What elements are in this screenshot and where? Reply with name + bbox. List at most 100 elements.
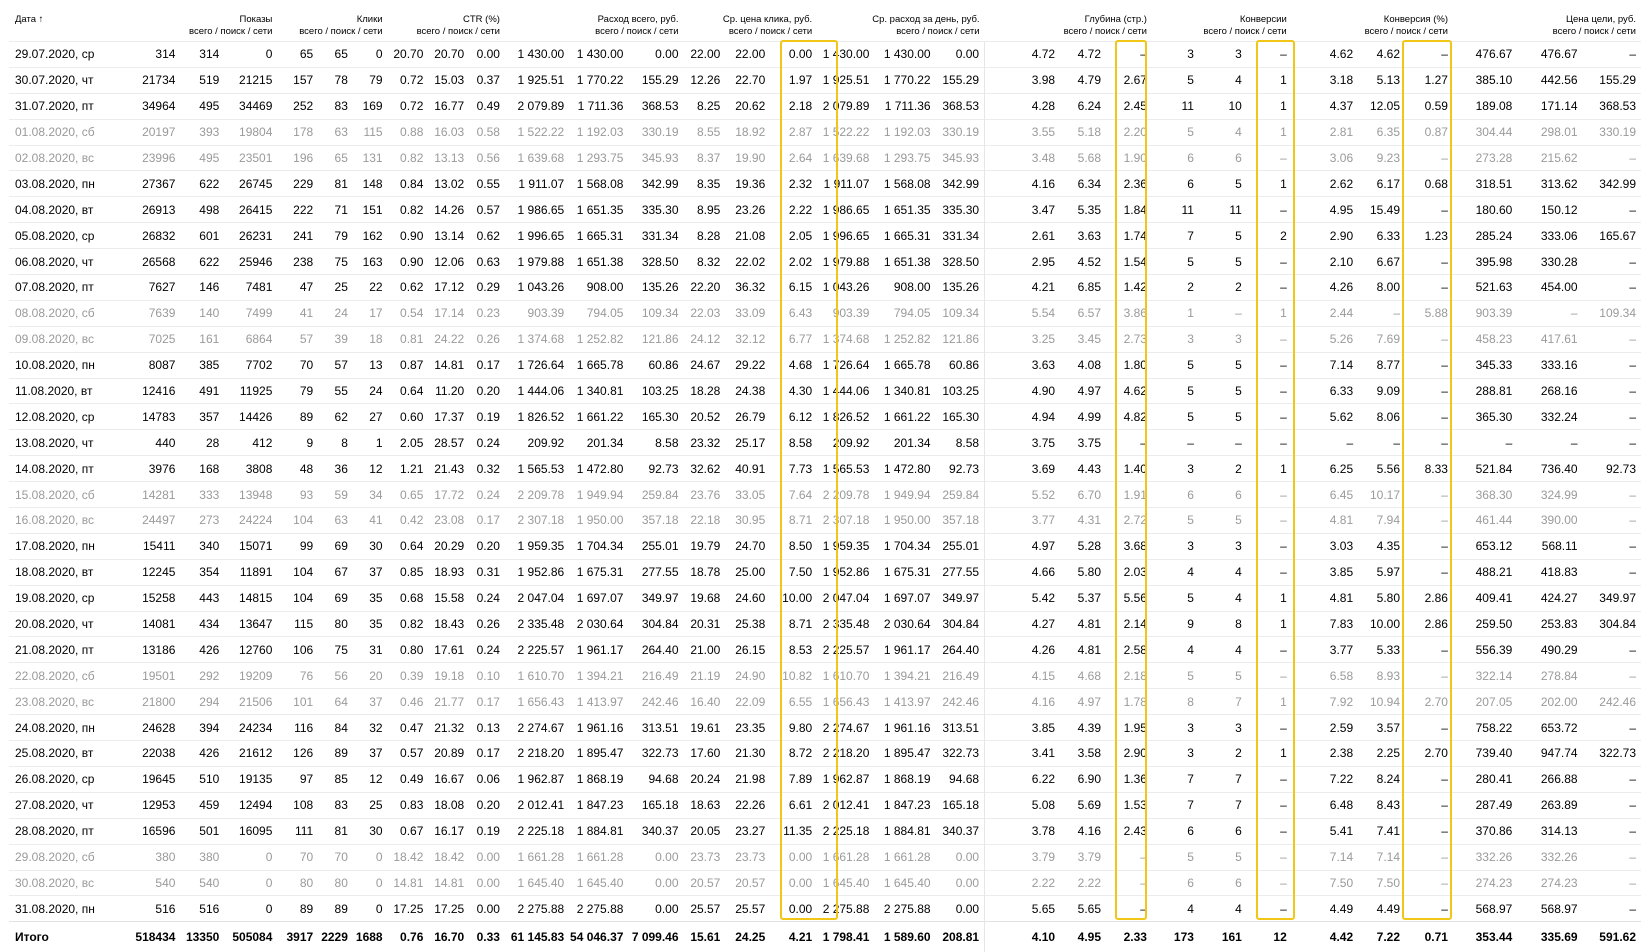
table-cell: 0.31 (469, 559, 505, 585)
row-date-cell: 31.07.2020, пт (9, 93, 129, 119)
table-cell: 13647 (224, 611, 277, 637)
table-cell: 5 (1202, 844, 1247, 870)
table-cell: 25.00 (725, 559, 770, 585)
table-cell: 357.18 (936, 508, 985, 534)
table-cell: 0.72 (388, 67, 429, 93)
table-cell: 19.68 (684, 585, 726, 611)
table-cell: 22.70 (725, 67, 770, 93)
table-cell: 516 (180, 896, 224, 922)
table-cell: 18.92 (725, 119, 770, 145)
table-cell: 1 413.97 (569, 689, 628, 715)
table-cell: 328.50 (628, 249, 683, 275)
table-cell: 3.45 (1060, 326, 1106, 352)
table-cell: 0.80 (388, 637, 429, 663)
col-header-spend[interactable]: Расход всего, руб.всего / поиск / сети (505, 12, 684, 42)
col-header-ctr[interactable]: CTR (%)всего / поиск / сети (388, 12, 505, 42)
table-cell: 30 (353, 818, 388, 844)
table-cell: 266.88 (1520, 766, 1582, 792)
row-date-cell: 03.08.2020, пн (9, 171, 129, 197)
table-cell: 1 986.65 (505, 197, 569, 223)
table-cell: 60.86 (628, 352, 683, 378)
table-cell: 0.83 (388, 792, 429, 818)
table-cell: 19.36 (725, 171, 770, 197)
table-cell: 1.27 (1405, 67, 1453, 93)
table-cell: 1 661.28 (505, 844, 569, 870)
table-cell: 0.64 (388, 533, 429, 559)
table-cell: 6 (1202, 870, 1247, 896)
table-cell: 0.47 (388, 715, 429, 741)
table-cell: 1 (1247, 611, 1292, 637)
table-cell: 2 275.88 (877, 896, 935, 922)
table-cell: 21.43 (428, 456, 469, 482)
col-header-clicks[interactable]: Кликивсего / поиск / сети (277, 12, 387, 42)
table-cell: 11.35 (770, 818, 817, 844)
table-cell: – (1247, 275, 1292, 301)
table-cell: 332.24 (1520, 404, 1582, 430)
table-cell: 7627 (129, 275, 180, 301)
table-cell: 4.28 (985, 93, 1061, 119)
table-cell: 395.98 (1453, 249, 1520, 275)
table-cell: 1.91 (1106, 482, 1152, 508)
table-cell: 7639 (129, 300, 180, 326)
table-cell: 1 847.23 (569, 792, 628, 818)
table-cell: 2.73 (1106, 326, 1152, 352)
table-cell: 3.63 (985, 352, 1061, 378)
table-cell: 4.62 (1106, 378, 1152, 404)
table-cell: 5.56 (1361, 456, 1405, 482)
col-header-daily-spend[interactable]: Ср. расход за день, руб.всего / поиск / … (817, 12, 984, 42)
table-cell: – (1583, 249, 1641, 275)
table-cell: 273 (180, 508, 224, 534)
row-date-cell: 06.08.2020, чт (9, 249, 129, 275)
table-cell: 1 911.07 (505, 171, 569, 197)
table-cell: 2.05 (388, 430, 429, 456)
col-header-goal-cost[interactable]: Цена цели, руб.всего / поиск / сети (1453, 12, 1641, 42)
table-cell: 23.73 (725, 844, 770, 870)
table-cell: 501 (180, 818, 224, 844)
table-cell: 21215 (224, 67, 277, 93)
table-cell: 342.99 (628, 171, 683, 197)
table-cell: 2.38 (1292, 741, 1361, 767)
table-cell: 5.13 (1361, 67, 1405, 93)
col-header-depth[interactable]: Глубина (стр.)всего / поиск / сети (985, 12, 1152, 42)
table-row: 06.08.2020, чт2656862225946238751630.901… (9, 249, 1641, 275)
table-cell: 1 043.26 (817, 275, 877, 301)
table-cell: – (1292, 430, 1361, 456)
table-cell: 7.69 (1361, 326, 1405, 352)
table-cell: 33.09 (725, 300, 770, 326)
table-cell: 12.05 (1361, 93, 1405, 119)
table-row: 17.08.2020, пн15411340150719969300.6420.… (9, 533, 1641, 559)
row-date-cell: 27.08.2020, чт (9, 792, 129, 818)
table-cell: 163 (353, 249, 388, 275)
table-cell: 4.16 (985, 171, 1061, 197)
row-date-cell: 01.08.2020, сб (9, 119, 129, 145)
table-cell: 24.67 (684, 352, 726, 378)
table-cell: 2.18 (770, 93, 817, 119)
table-cell: 6 (1152, 171, 1202, 197)
table-cell: 0.00 (936, 844, 985, 870)
table-cell: 7.14 (1292, 352, 1361, 378)
col-header-impressions[interactable]: Показывсего / поиск / сети (129, 12, 277, 42)
table-cell: 2.70 (1405, 689, 1453, 715)
table-cell: 34469 (224, 93, 277, 119)
table-cell: – (1247, 844, 1292, 870)
row-date-cell: 29.08.2020, сб (9, 844, 129, 870)
table-cell: 47 (277, 275, 318, 301)
table-cell: 0.56 (469, 145, 505, 171)
table-cell: 0.17 (469, 508, 505, 534)
col-header-conversions[interactable]: Конверсиивсего / поиск / сети (1152, 12, 1292, 42)
col-header-date[interactable]: Дата ↑ (9, 12, 129, 42)
table-cell: 280.41 (1453, 766, 1520, 792)
table-cell: 165.67 (1583, 223, 1641, 249)
table-cell: 5 (1202, 663, 1247, 689)
table-cell: 15.03 (428, 67, 469, 93)
table-cell: 4 (1152, 637, 1202, 663)
table-cell: 2 275.88 (569, 896, 628, 922)
col-header-cpc[interactable]: Ср. цена клика, руб.всего / поиск / сети (684, 12, 818, 42)
col-header-conversion-rate[interactable]: Конверсия (%)всего / поиск / сети (1292, 12, 1453, 42)
table-cell: – (1106, 870, 1152, 896)
table-cell: – (1583, 197, 1641, 223)
table-cell: 3.75 (985, 430, 1061, 456)
table-cell: 568.97 (1453, 896, 1520, 922)
row-date-cell: 09.08.2020, вс (9, 326, 129, 352)
col-label: Глубина (стр.) (1085, 14, 1147, 25)
